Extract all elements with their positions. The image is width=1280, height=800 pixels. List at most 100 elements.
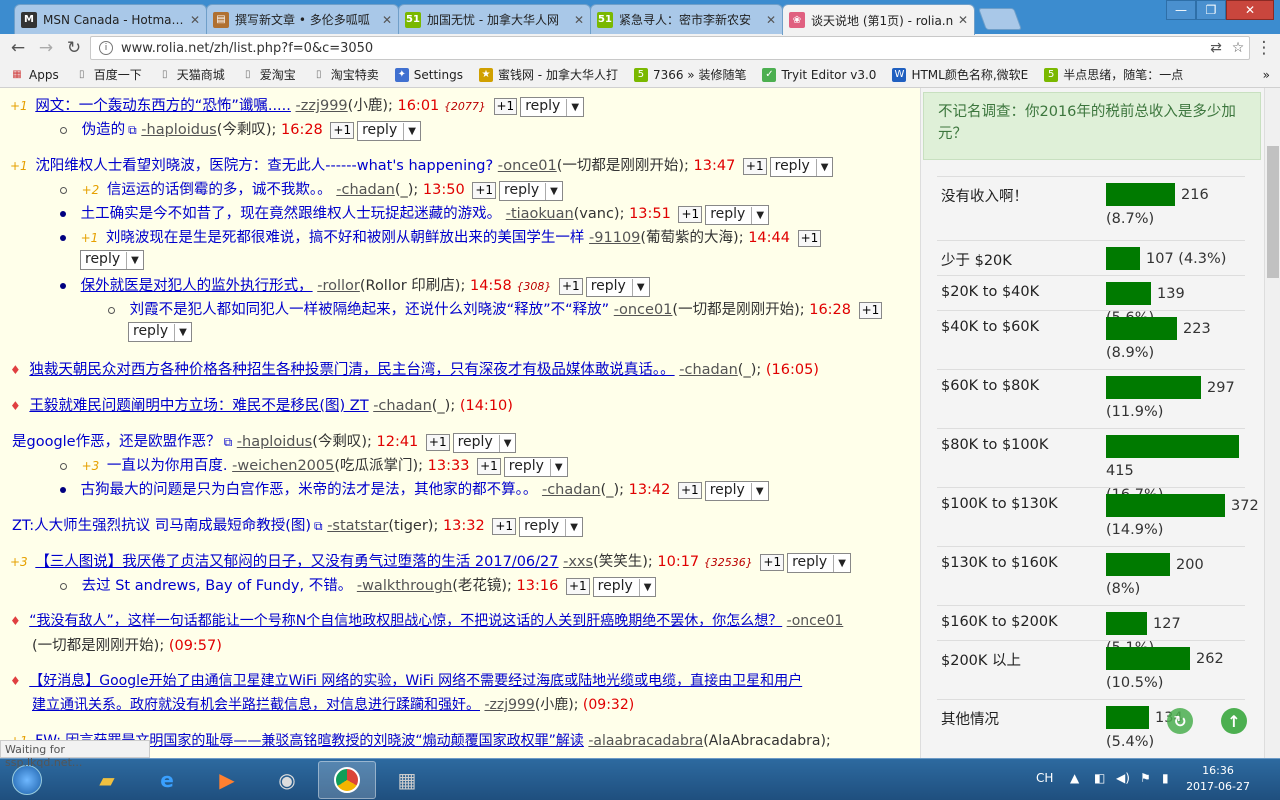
taskbar-media[interactable]: ▶ — [198, 761, 256, 799]
close-icon[interactable]: ✕ — [958, 13, 968, 27]
flag-icon[interactable]: ⚑ — [1140, 771, 1151, 785]
author-link[interactable]: -rollor — [317, 278, 360, 294]
plus-one-button[interactable]: +1 — [565, 578, 590, 595]
info-icon[interactable]: i — [99, 41, 113, 55]
reply-button[interactable]: reply ▼ — [503, 457, 568, 477]
bookmark-taobao-sale[interactable]: ▯ 淘宝特卖 — [312, 66, 379, 83]
reply-button[interactable]: reply ▼ — [128, 322, 192, 342]
language-indicator[interactable]: CH — [1036, 771, 1053, 785]
tab-rolia[interactable]: ❀ 谈天说地 (第1页) - rolia.n ✕ — [782, 4, 975, 35]
scrollbar[interactable] — [1264, 88, 1280, 758]
post-title-link[interactable]: 保外就医是对犯人的监外执行形式， — [81, 278, 313, 294]
close-icon[interactable]: ✕ — [190, 13, 200, 27]
taskbar-ie[interactable]: e — [138, 761, 196, 799]
reply-button[interactable]: reply ▼ — [704, 481, 769, 501]
post-title-link[interactable]: 一直以为你用百度. — [107, 458, 228, 474]
bookmark-mibi[interactable]: ★ 蜜钱网 - 加拿大华人打 — [478, 66, 618, 83]
refresh-icon[interactable]: ↻ — [1167, 708, 1193, 734]
external-link-icon[interactable]: ⧉ — [128, 123, 137, 137]
forward-arrow-icon[interactable]: → — [32, 38, 60, 58]
author-link[interactable]: -chadan — [336, 182, 395, 198]
author-link[interactable]: -zzj999 — [484, 697, 534, 713]
post-title-link[interactable]: 古狗最大的问题是只为白宫作恶，米帝的法才是法，其他家的都不算。。 — [81, 482, 538, 498]
plus-one-button[interactable]: +1 — [858, 302, 883, 319]
clock[interactable]: 16:36 2017-06-27 — [1186, 763, 1250, 795]
plus-one-button[interactable]: +1 — [678, 206, 703, 223]
new-tab-button[interactable] — [977, 8, 1023, 30]
bookmark-blog[interactable]: 5 半点思绪，随笔：一点 — [1044, 66, 1183, 83]
minimize-icon[interactable]: — — [1166, 0, 1196, 20]
author-link[interactable]: -chadan — [679, 362, 738, 378]
tab-compose[interactable]: ▤ 撰写新文章 • 多伦多呱呱 ✕ — [206, 4, 399, 34]
maximize-icon[interactable]: ❐ — [1196, 0, 1226, 20]
post-title-link[interactable]: 王毅就难民问题阐明中方立场：难民不是移民(图) ZT — [29, 398, 368, 414]
translate-icon[interactable]: ⇄ — [1205, 40, 1227, 56]
author-link[interactable]: -once01 — [614, 302, 673, 318]
bookmark-baidu[interactable]: ▯ 百度一下 — [75, 66, 142, 83]
reply-button[interactable]: reply ▼ — [80, 250, 144, 270]
plus-one-button[interactable]: +1 — [330, 122, 355, 139]
reply-button[interactable]: reply ▼ — [357, 121, 421, 141]
author-link[interactable]: -haploidus — [141, 122, 216, 138]
back-arrow-icon[interactable]: ← — [4, 38, 32, 58]
reply-button[interactable]: reply ▼ — [787, 553, 851, 573]
external-link-icon[interactable]: ⧉ — [314, 519, 323, 533]
taskbar-app[interactable]: ◉ — [258, 761, 316, 799]
reply-button[interactable]: reply ▼ — [452, 433, 517, 453]
post-title-link[interactable]: 建立通讯关系。政府就没有机会半路拦截信息，对信息进行蹂躏和强奸。 — [32, 697, 480, 713]
post-title-link[interactable]: 去过 St andrews, Bay of Fundy, 不错。 — [82, 578, 353, 594]
plus-one-button[interactable]: +1 — [678, 482, 702, 499]
scroll-top-icon[interactable]: ↑ — [1221, 708, 1247, 734]
star-icon[interactable]: ☆ — [1227, 40, 1249, 56]
plus-one-button[interactable]: +1 — [477, 458, 501, 475]
bookmark-aitaobao[interactable]: ▯ 爱淘宝 — [241, 66, 296, 83]
bookmark-html-colors[interactable]: W HTML颜色名称,微软E — [892, 66, 1028, 83]
bookmark-tmall[interactable]: ▯ 天猫商城 — [158, 66, 225, 83]
plus-one-button[interactable]: +1 — [425, 434, 450, 451]
more-bookmarks-icon[interactable]: » — [1263, 68, 1270, 82]
author-link[interactable]: -chadan — [542, 482, 601, 498]
tab-51[interactable]: 51 加国无忧 - 加拿大华人网 ✕ — [398, 4, 591, 34]
close-icon[interactable]: ✕ — [382, 13, 392, 27]
reload-icon[interactable]: ↻ — [60, 38, 88, 58]
post-title-link[interactable]: 【好消息】Google开始了由通信卫星建立WiFi 网络的实验，WiFi 网络不… — [29, 673, 802, 689]
author-link[interactable]: -alaabracadabra — [588, 733, 703, 749]
post-title-link[interactable]: ZT:人大师生强烈抗议 司马南成最短命教授(图) — [12, 518, 311, 534]
network-icon[interactable]: ▮ — [1162, 771, 1169, 785]
author-link[interactable]: -tiaokuan — [506, 206, 574, 222]
address-bar[interactable]: i www.rolia.net/zh/list.php?f=0&c=3050 ⇄… — [90, 36, 1250, 60]
plus-one-button[interactable]: +1 — [493, 98, 518, 115]
plus-one-button[interactable]: +1 — [760, 554, 785, 571]
plus-one-button[interactable]: +1 — [472, 182, 497, 199]
reply-button[interactable]: reply ▼ — [592, 577, 657, 597]
bookmark-apps[interactable]: ▦ Apps — [10, 68, 58, 82]
tray-arrow-icon[interactable]: ▲ — [1070, 771, 1079, 785]
post-title-link[interactable]: 刘晓波现在是生是死都很难说，搞不好和被刚从朝鲜放出来的美国学生一样 — [106, 230, 585, 246]
bookmark-tryit[interactable]: ✓ Tryit Editor v3.0 — [762, 67, 876, 82]
post-title-link[interactable]: 网文：一个轰动东西方的“恐怖”谶嘱..... — [35, 98, 291, 114]
author-link[interactable]: -xxs — [563, 554, 593, 570]
author-link[interactable]: -once01 — [787, 613, 844, 629]
plus-one-button[interactable]: +1 — [797, 230, 822, 247]
author-link[interactable]: -haploidus — [237, 434, 312, 450]
window-close-icon[interactable]: ✕ — [1226, 0, 1274, 20]
plus-one-button[interactable]: +1 — [742, 158, 767, 175]
bookmark-settings[interactable]: ✦ Settings — [394, 67, 463, 82]
post-title-link[interactable]: 信运运的话倒霉的多，诚不我欺。。 — [107, 182, 332, 198]
bookmark-7366[interactable]: 5 7366 » 装修随笔 — [633, 66, 746, 83]
reply-button[interactable]: reply ▼ — [769, 157, 834, 177]
reply-button[interactable]: reply ▼ — [585, 277, 650, 297]
author-link[interactable]: -91109 — [589, 230, 640, 246]
tray-app-icon[interactable]: ◧ — [1094, 771, 1105, 785]
close-icon[interactable]: ✕ — [574, 13, 584, 27]
post-title-link[interactable]: 刘霞不是犯人都如同犯人一样被隔绝起来，还说什么刘晓波“释放”不“释放” — [130, 302, 610, 318]
reply-button[interactable]: reply ▼ — [705, 205, 770, 225]
taskbar-calculator[interactable]: ▦ — [378, 761, 436, 799]
plus-one-button[interactable]: +1 — [558, 278, 583, 295]
post-title-link[interactable]: “我没有敌人”，这样一句话都能让一个号称N个自信地政权胆战心惊，不把说这话的人关… — [29, 613, 782, 629]
post-title-link[interactable]: 伪造的 — [82, 122, 126, 138]
external-link-icon[interactable]: ⧉ — [224, 435, 233, 449]
author-link[interactable]: -walkthrough — [357, 578, 452, 594]
tab-search[interactable]: 51 紧急寻人：密市李新农安 ✕ — [590, 4, 783, 34]
taskbar-explorer[interactable]: ▰ — [78, 761, 136, 799]
